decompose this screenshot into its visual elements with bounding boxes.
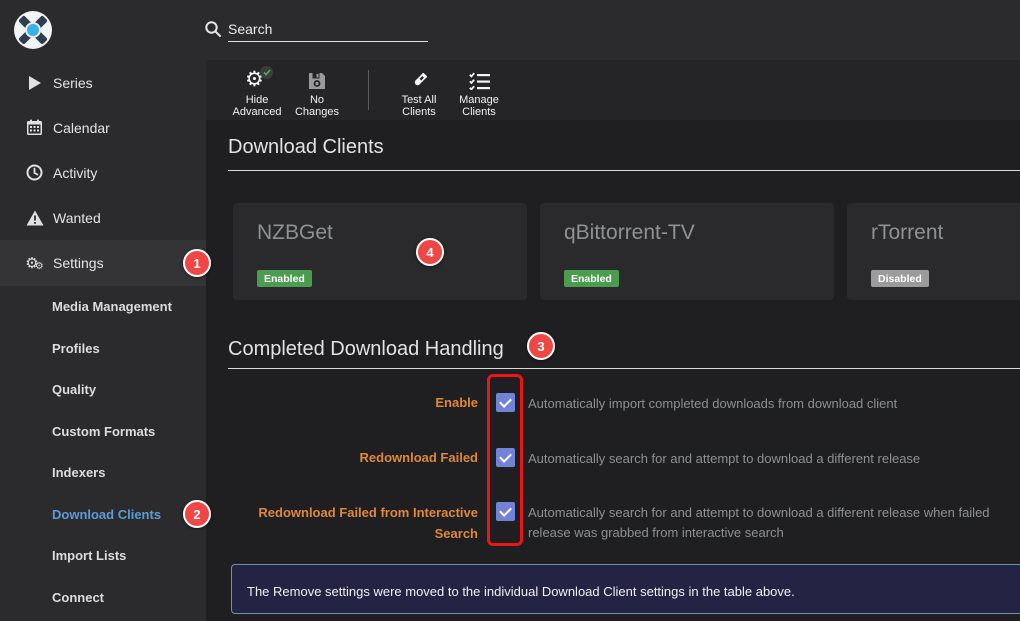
enable-label: Enable	[228, 394, 478, 411]
annotation-badge-4: 4	[416, 238, 444, 266]
download-client-cards: NZBGet Enabled qBittorrent-TV Enabled rT…	[233, 203, 1020, 300]
client-name: NZBGet	[257, 221, 503, 245]
annotation-rectangle-checkboxes	[487, 374, 523, 546]
search-icon	[204, 20, 222, 43]
sidebar-item-calendar[interactable]: Calendar	[0, 105, 206, 150]
sidebar-item-download-clients[interactable]: Download Clients	[0, 494, 206, 536]
sidebar-item-connect[interactable]: Connect	[0, 577, 206, 619]
app-window: Series Calendar Activity Wanted ⚙⚙ Setti…	[0, 0, 1020, 621]
sidebar-item-activity[interactable]: Activity	[0, 150, 206, 195]
client-name: rTorrent	[871, 221, 1020, 245]
download-client-card-qbittorrent-tv[interactable]: qBittorrent-TV Enabled	[540, 203, 834, 300]
sidebar-item-import-lists[interactable]: Import Lists	[0, 535, 206, 577]
clock-icon	[25, 163, 44, 182]
status-badge: Enabled	[564, 270, 619, 287]
redownload-failed-help-text: Automatically search for and attempt to …	[528, 449, 1010, 469]
client-name: qBittorrent-TV	[564, 221, 810, 245]
annotation-badge-1: 1	[183, 249, 211, 277]
sidebar-item-label: Series	[53, 75, 93, 91]
search-area	[204, 16, 434, 46]
completed-download-handling-heading: Completed Download Handling	[228, 336, 1020, 369]
gears-icon: ⚙⚙	[25, 254, 44, 273]
play-icon	[25, 73, 44, 92]
sidebar-item-series[interactable]: Series	[0, 60, 206, 105]
status-badge: Enabled	[257, 270, 312, 287]
calendar-icon	[25, 118, 44, 137]
sonarr-logo-icon[interactable]	[14, 11, 52, 49]
test-all-clients-button[interactable]: Test AllClients	[390, 60, 448, 120]
save-icon	[307, 69, 327, 93]
sidebar-item-quality[interactable]: Quality	[0, 369, 206, 411]
sidebar-item-label: Calendar	[53, 120, 110, 136]
no-changes-button[interactable]: NoChanges	[288, 60, 346, 120]
download-client-card-rtorrent[interactable]: rTorrent Disabled	[847, 203, 1020, 300]
sidebar: Series Calendar Activity Wanted ⚙⚙ Setti…	[0, 60, 206, 621]
enable-help-text: Automatically import completed downloads…	[528, 394, 1010, 414]
download-client-card-nzbget[interactable]: NZBGet Enabled	[233, 203, 527, 300]
main-content: Download Clients NZBGet Enabled qBittorr…	[206, 120, 1020, 621]
redownload-failed-label: Redownload Failed	[228, 449, 478, 466]
manage-clients-button[interactable]: ManageClients	[450, 60, 508, 120]
sidebar-item-label: Activity	[53, 165, 97, 181]
sidebar-item-label: Settings	[53, 255, 104, 271]
status-badge: Disabled	[871, 270, 929, 287]
top-bar	[0, 0, 1020, 60]
redownload-failed-interactive-help-text: Automatically search for and attempt to …	[528, 503, 1010, 543]
remove-settings-notice: The Remove settings were moved to the in…	[231, 564, 1020, 614]
vial-icon	[408, 69, 430, 93]
hide-advanced-button[interactable]: ⚙ HideAdvanced	[228, 60, 286, 120]
annotation-badge-2: 2	[183, 500, 211, 528]
download-clients-heading: Download Clients	[228, 134, 1020, 171]
search-input[interactable]	[228, 16, 428, 42]
sidebar-item-media-management[interactable]: Media Management	[0, 286, 206, 328]
sidebar-item-indexers[interactable]: Indexers	[0, 452, 206, 494]
redownload-failed-interactive-label: Redownload Failed from Interactive Searc…	[228, 502, 478, 544]
sidebar-item-settings[interactable]: ⚙⚙ Settings	[0, 240, 206, 286]
sidebar-item-label: Wanted	[53, 210, 101, 226]
toolbar-separator	[368, 70, 369, 110]
advanced-gear-check-icon: ⚙	[245, 69, 269, 93]
page-toolbar: ⚙ HideAdvanced NoChanges Test AllClients…	[206, 60, 1020, 120]
warning-icon	[25, 208, 44, 227]
annotation-badge-3: 3	[527, 332, 555, 360]
sidebar-item-wanted[interactable]: Wanted	[0, 195, 206, 240]
list-check-icon	[469, 69, 490, 93]
sidebar-item-profiles[interactable]: Profiles	[0, 328, 206, 370]
sidebar-item-custom-formats[interactable]: Custom Formats	[0, 411, 206, 453]
